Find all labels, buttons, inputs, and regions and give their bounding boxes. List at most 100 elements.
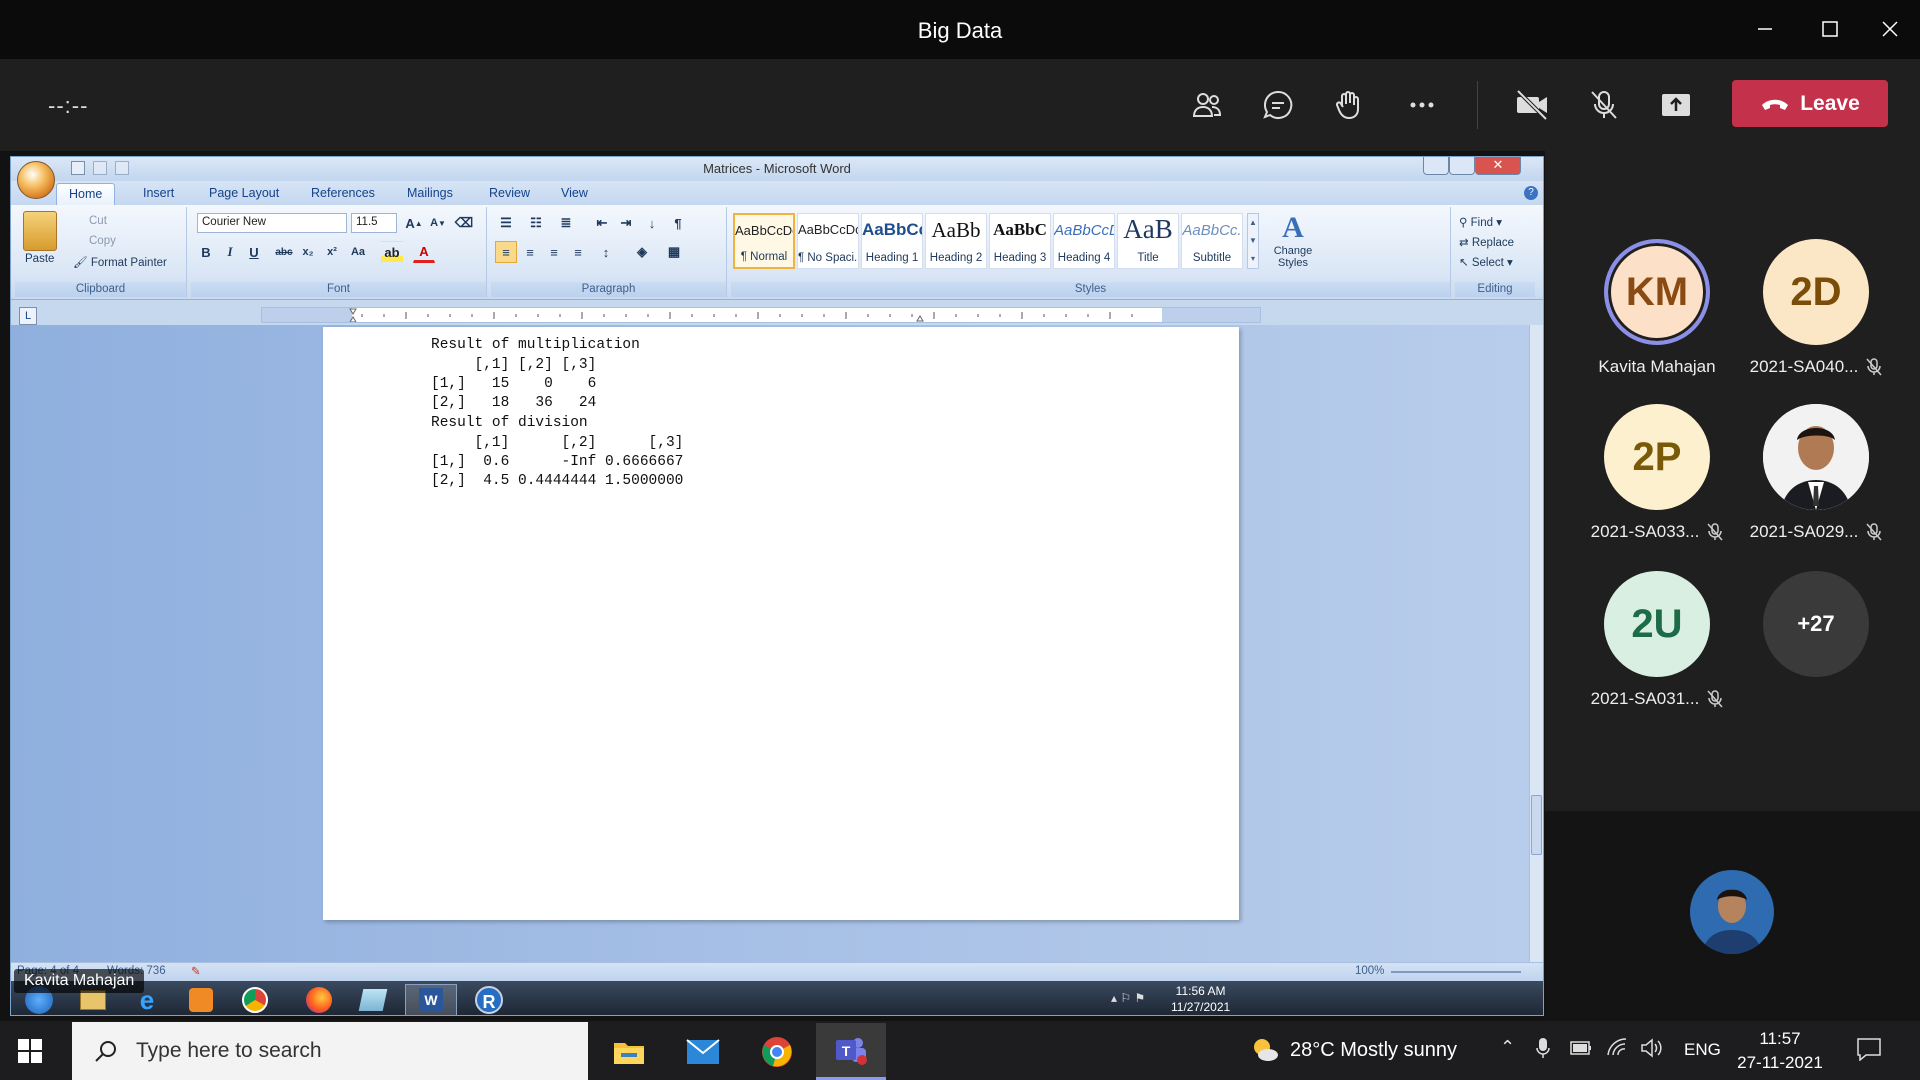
self-view-avatar[interactable] xyxy=(1690,870,1774,954)
font-color-icon[interactable]: A xyxy=(413,241,435,263)
tab-references[interactable]: References xyxy=(311,186,375,200)
battery-icon[interactable] xyxy=(1570,1041,1592,1055)
language-indicator[interactable]: ENG xyxy=(1684,1040,1721,1060)
format-painter-button[interactable]: 🖌 Format Painter xyxy=(73,255,167,269)
close-button[interactable] xyxy=(1875,14,1905,44)
font-size-dropdown[interactable]: 11.5 xyxy=(351,213,397,233)
more-participants-tile[interactable]: +27 xyxy=(1741,571,1891,677)
italic-button[interactable]: I xyxy=(219,241,241,263)
system-clock[interactable]: 11:57 27-11-2021 xyxy=(1730,1027,1830,1075)
taskbar-teams-icon[interactable]: T xyxy=(816,1023,886,1080)
clear-format-icon[interactable]: ⌫ xyxy=(453,212,475,234)
office-button[interactable] xyxy=(17,161,55,199)
zoom-slider[interactable] xyxy=(1391,971,1521,973)
style-heading-2[interactable]: AaBb Heading 2 xyxy=(925,213,987,269)
word-restore-button[interactable] xyxy=(1449,157,1475,175)
tab-home[interactable]: Home xyxy=(56,183,116,205)
mic-toggle-button[interactable] xyxy=(1582,83,1626,127)
taskbar-search-box[interactable]: Type here to search xyxy=(72,1022,588,1080)
style-title[interactable]: AaB Title xyxy=(1117,213,1179,269)
wifi-icon[interactable] xyxy=(1606,1037,1628,1057)
style-heading-4[interactable]: AaBbCcD Heading 4 xyxy=(1053,213,1115,269)
justify-icon[interactable]: ≡ xyxy=(567,241,589,263)
paste-button[interactable]: Paste xyxy=(25,253,54,265)
borders-icon[interactable]: ▦ xyxy=(663,241,685,263)
sort-icon[interactable]: ↓ xyxy=(641,212,663,234)
multilevel-icon[interactable]: ≣ xyxy=(555,212,577,234)
remote-media-icon[interactable] xyxy=(175,984,227,1015)
change-case-button[interactable]: Aa xyxy=(347,241,369,263)
tab-selector-button[interactable]: L xyxy=(19,307,37,325)
line-spacing-icon[interactable]: ↕ xyxy=(595,241,617,263)
style-no-spacing[interactable]: AaBbCcDc ¶ No Spaci... xyxy=(797,213,859,269)
font-name-dropdown[interactable]: Courier New xyxy=(197,213,347,233)
word-minimize-button[interactable] xyxy=(1423,157,1449,175)
taskbar-file-explorer-icon[interactable] xyxy=(594,1023,664,1080)
align-center-icon[interactable]: ≡ xyxy=(519,241,541,263)
superscript-button[interactable]: x² xyxy=(321,241,343,263)
reactions-button[interactable] xyxy=(1328,83,1372,127)
style-heading-3[interactable]: AaBbC Heading 3 xyxy=(989,213,1051,269)
highlight-icon[interactable]: ab xyxy=(381,241,403,263)
style-subtitle[interactable]: AaBbCc. Subtitle xyxy=(1181,213,1243,269)
zoom-level[interactable]: 100% xyxy=(1355,965,1384,977)
windows-start-icon[interactable] xyxy=(18,1039,42,1063)
align-right-icon[interactable]: ≡ xyxy=(543,241,565,263)
participant-tile[interactable]: 2021-SA029... xyxy=(1741,404,1891,542)
tab-page-layout[interactable]: Page Layout xyxy=(209,186,279,200)
shading-icon[interactable]: ◈ xyxy=(631,241,653,263)
decrease-indent-icon[interactable]: ⇤ xyxy=(591,212,613,234)
leave-button[interactable]: Leave xyxy=(1732,80,1888,127)
cut-button[interactable]: Cut xyxy=(89,215,107,227)
numbering-icon[interactable]: ☷ xyxy=(525,212,547,234)
style-normal[interactable]: AaBbCcDc ¶ Normal xyxy=(733,213,795,269)
copy-button[interactable]: Copy xyxy=(89,235,116,247)
participant-tile[interactable]: KM Kavita Mahajan xyxy=(1582,239,1732,377)
underline-button[interactable]: U xyxy=(243,241,265,263)
remote-tray-icons[interactable]: ▴ ⚐ ⚑ xyxy=(1111,991,1145,1005)
remote-r-icon[interactable]: R xyxy=(463,984,515,1015)
remote-app-icon[interactable] xyxy=(347,984,399,1015)
participant-tile[interactable]: 2U 2021-SA031... xyxy=(1582,571,1732,709)
save-icon[interactable] xyxy=(71,161,85,175)
redo-icon[interactable] xyxy=(115,161,129,175)
grow-font-button[interactable]: A ▲ xyxy=(403,212,425,234)
change-styles-button[interactable]: A Change Styles xyxy=(1263,211,1323,275)
volume-icon[interactable] xyxy=(1640,1037,1662,1059)
tab-review[interactable]: Review xyxy=(489,186,530,200)
find-button[interactable]: ⚲ Find ▾ xyxy=(1459,215,1502,229)
participant-tile[interactable]: 2D 2021-SA040... xyxy=(1741,239,1891,377)
minimize-button[interactable] xyxy=(1750,14,1780,44)
participants-button[interactable] xyxy=(1185,83,1229,127)
chat-button[interactable] xyxy=(1256,83,1300,127)
strikethrough-button[interactable]: abc xyxy=(273,241,295,263)
camera-toggle-button[interactable] xyxy=(1510,83,1554,127)
word-close-button[interactable]: ✕ xyxy=(1475,157,1521,175)
horizontal-ruler[interactable] xyxy=(261,307,1261,323)
bullets-icon[interactable]: ☰ xyxy=(495,212,517,234)
tray-mic-icon[interactable] xyxy=(1536,1037,1550,1059)
replace-button[interactable]: ⇄ Replace xyxy=(1459,235,1514,249)
shrink-font-button[interactable]: A ▼ xyxy=(427,212,449,234)
vertical-scrollbar[interactable] xyxy=(1529,325,1543,962)
remote-word-icon[interactable]: W xyxy=(405,984,457,1015)
bold-button[interactable]: B xyxy=(195,241,217,263)
taskbar-chrome-icon[interactable] xyxy=(742,1023,812,1080)
document-page[interactable]: Result of multiplication [,1] [,2] [,3] … xyxy=(323,327,1239,920)
tray-expand-icon[interactable]: ⌃ xyxy=(1500,1037,1515,1058)
scroll-thumb[interactable] xyxy=(1531,795,1542,855)
more-options-button[interactable] xyxy=(1400,83,1444,127)
undo-icon[interactable] xyxy=(93,161,107,175)
subscript-button[interactable]: x₂ xyxy=(297,241,319,263)
show-marks-icon[interactable]: ¶ xyxy=(667,212,689,234)
maximize-button[interactable] xyxy=(1815,14,1845,44)
tab-view[interactable]: View xyxy=(561,186,588,200)
tab-insert[interactable]: Insert xyxy=(143,186,174,200)
select-button[interactable]: ↖ Select ▾ xyxy=(1459,255,1513,269)
notification-icon[interactable] xyxy=(1856,1037,1882,1061)
weather-widget[interactable]: 28°C Mostly sunny xyxy=(1250,1035,1457,1065)
share-screen-button[interactable] xyxy=(1654,83,1698,127)
styles-scroll[interactable]: ▲ ▼ ▾ xyxy=(1247,213,1259,269)
tab-mailings[interactable]: Mailings xyxy=(407,186,453,200)
taskbar-mail-icon[interactable] xyxy=(668,1023,738,1080)
